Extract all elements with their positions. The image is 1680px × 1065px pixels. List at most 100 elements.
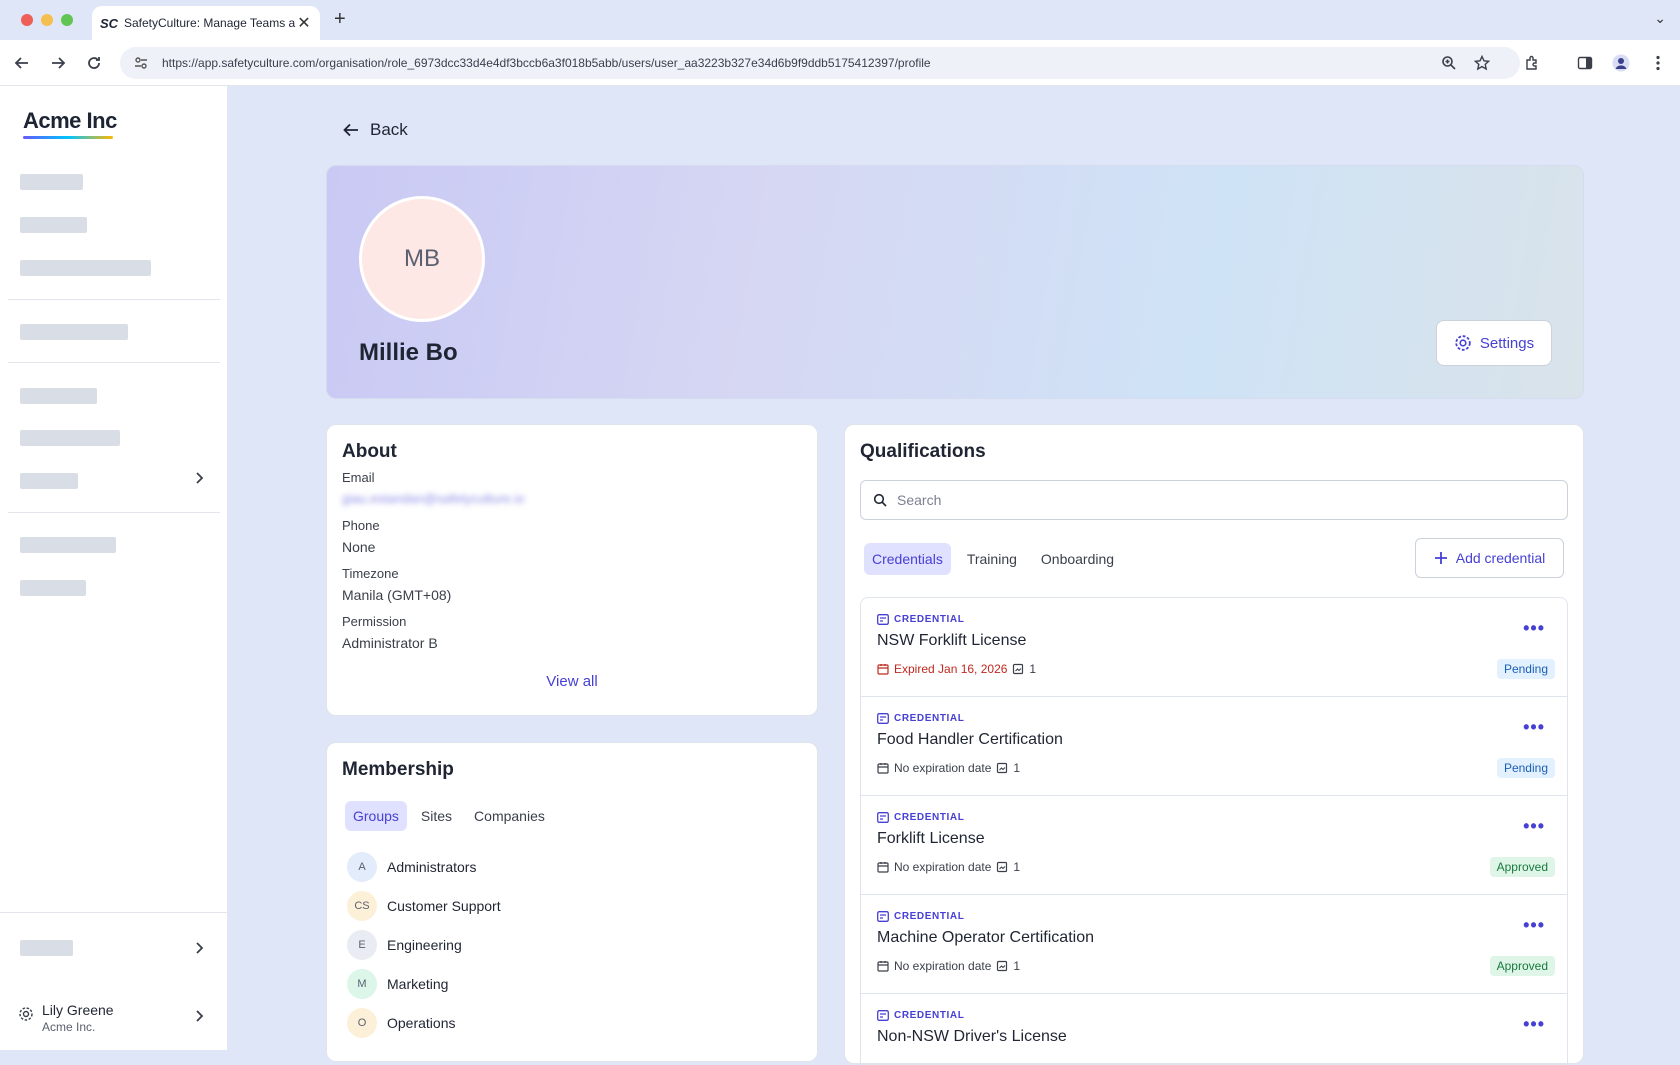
credential-row[interactable]: CREDENTIAL Non-NSW Driver's License ••• xyxy=(861,994,1567,1064)
app-logo: Acme Inc xyxy=(23,108,117,133)
search-field[interactable] xyxy=(860,480,1568,520)
qualifications-card: Qualifications Credentials Training Onbo… xyxy=(844,424,1584,1065)
list-item[interactable]: CS Customer Support xyxy=(347,891,501,921)
more-options-icon[interactable]: ••• xyxy=(1523,717,1545,738)
timezone-value: Manila (GMT+08) xyxy=(342,587,452,603)
credential-name: Forklift License xyxy=(877,830,985,847)
favicon-icon: SC xyxy=(100,15,119,31)
minimize-window-button[interactable] xyxy=(41,14,53,26)
attachment-count: 1 xyxy=(1013,860,1021,874)
more-options-icon[interactable]: ••• xyxy=(1523,618,1545,639)
add-credential-button[interactable]: Add credential xyxy=(1415,538,1564,578)
sidebar-item-placeholder[interactable] xyxy=(20,174,83,190)
attachment-count: 1 xyxy=(1013,959,1021,973)
group-name: Customer Support xyxy=(387,898,501,914)
chevron-right-icon[interactable] xyxy=(194,471,204,485)
profile-avatar-icon[interactable] xyxy=(1609,51,1633,75)
permission-value: Administrator B xyxy=(342,635,438,651)
browser-menu-icon[interactable] xyxy=(1646,51,1670,75)
side-panel-icon[interactable] xyxy=(1573,51,1597,75)
credential-card-icon xyxy=(877,812,889,823)
avatar: MB xyxy=(359,196,485,322)
tab-title: SafetyCulture: Manage Teams and... xyxy=(124,16,296,30)
tab-credentials[interactable]: Credentials xyxy=(864,543,951,575)
sidebar-divider xyxy=(8,299,220,300)
attachment-count: 1 xyxy=(1029,662,1037,676)
sidebar: Acme Inc Lily Greene Acme Inc. xyxy=(0,86,228,1050)
sidebar-item-placeholder[interactable] xyxy=(20,580,86,596)
site-settings-icon[interactable] xyxy=(134,56,150,70)
address-bar[interactable]: https://app.safetyculture.com/organisati… xyxy=(120,47,1520,79)
credential-meta: No expiration date 1 xyxy=(877,959,1020,973)
list-item[interactable]: M Marketing xyxy=(347,969,448,999)
sidebar-item-placeholder[interactable] xyxy=(20,324,128,340)
bookmark-star-icon[interactable] xyxy=(1470,51,1494,75)
tab-onboarding[interactable]: Onboarding xyxy=(1033,543,1122,575)
permission-label: Permission xyxy=(342,614,407,629)
extensions-icon[interactable] xyxy=(1520,51,1544,75)
more-options-icon[interactable]: ••• xyxy=(1523,915,1545,936)
search-input[interactable] xyxy=(897,492,1555,508)
expiry-text: No expiration date xyxy=(894,761,992,775)
credential-row[interactable]: CREDENTIAL Forklift License No expiratio… xyxy=(861,796,1567,895)
chevron-right-icon[interactable] xyxy=(194,1009,204,1023)
calendar-icon xyxy=(877,763,889,774)
forward-arrow-icon[interactable] xyxy=(46,51,70,75)
list-item[interactable]: A Administrators xyxy=(347,852,476,882)
tab-groups[interactable]: Groups xyxy=(345,801,407,831)
user-org: Acme Inc. xyxy=(42,1020,96,1034)
credential-row[interactable]: CREDENTIAL Food Handler Certification No… xyxy=(861,697,1567,796)
more-options-icon[interactable]: ••• xyxy=(1523,816,1545,837)
reload-icon[interactable] xyxy=(82,51,106,75)
browser-tab[interactable]: SC SafetyCulture: Manage Teams and... ✕ xyxy=(92,6,320,40)
phone-value: None xyxy=(342,539,376,555)
sidebar-item-placeholder[interactable] xyxy=(20,430,120,446)
sidebar-item-placeholder[interactable] xyxy=(20,537,116,553)
credential-name: NSW Forklift License xyxy=(877,632,1027,649)
list-item[interactable]: E Engineering xyxy=(347,930,462,960)
back-arrow-icon[interactable] xyxy=(10,51,34,75)
credential-type: CREDENTIAL xyxy=(877,911,964,922)
qualifications-title: Qualifications xyxy=(860,441,986,462)
settings-button[interactable]: Settings xyxy=(1436,320,1552,366)
tab-search-chevron-icon[interactable]: ⌄ xyxy=(1654,10,1666,27)
list-item[interactable]: O Operations xyxy=(347,1008,455,1038)
about-title: About xyxy=(342,441,397,462)
back-button[interactable]: Back xyxy=(342,120,408,140)
new-tab-icon[interactable]: + xyxy=(334,8,346,31)
add-credential-label: Add credential xyxy=(1455,550,1546,566)
tab-companies[interactable]: Companies xyxy=(466,801,553,831)
logo-underline xyxy=(23,136,113,139)
browser-toolbar: https://app.safetyculture.com/organisati… xyxy=(0,40,1680,86)
maximize-window-button[interactable] xyxy=(61,14,73,26)
zoom-icon[interactable] xyxy=(1437,51,1461,75)
sidebar-divider xyxy=(8,362,220,363)
close-window-button[interactable] xyxy=(21,14,33,26)
credential-row[interactable]: CREDENTIAL NSW Forklift License Expired … xyxy=(861,598,1567,697)
sidebar-item-placeholder[interactable] xyxy=(20,940,73,956)
close-tab-icon[interactable]: ✕ xyxy=(296,13,312,33)
tab-training[interactable]: Training xyxy=(959,543,1025,575)
sidebar-item-placeholder[interactable] xyxy=(20,473,78,489)
timezone-label: Timezone xyxy=(342,566,399,581)
status-badge: Approved xyxy=(1489,857,1555,877)
group-avatar: E xyxy=(347,930,377,960)
chevron-right-icon[interactable] xyxy=(194,941,204,955)
credential-row[interactable]: CREDENTIAL Machine Operator Certificatio… xyxy=(861,895,1567,994)
view-all-link[interactable]: View all xyxy=(327,673,817,690)
credential-type: CREDENTIAL xyxy=(877,614,964,625)
more-options-icon[interactable]: ••• xyxy=(1523,1014,1545,1035)
email-value: giau.estandan@safetyculture.io xyxy=(342,491,525,506)
sidebar-item-placeholder[interactable] xyxy=(20,260,151,276)
sidebar-item-placeholder[interactable] xyxy=(20,388,97,404)
credential-list: CREDENTIAL NSW Forklift License Expired … xyxy=(860,597,1568,1065)
tab-sites[interactable]: Sites xyxy=(413,801,460,831)
user-name[interactable]: Lily Greene xyxy=(42,1002,114,1018)
email-label: Email xyxy=(342,470,375,485)
sidebar-item-placeholder[interactable] xyxy=(20,217,87,233)
group-name: Administrators xyxy=(387,859,477,875)
gear-icon xyxy=(18,1006,34,1022)
credential-meta: Expired Jan 16, 2026 1 xyxy=(877,662,1036,676)
about-card: About Email giau.estandan@safetyculture.… xyxy=(326,424,818,716)
attachment-icon xyxy=(997,861,1008,873)
